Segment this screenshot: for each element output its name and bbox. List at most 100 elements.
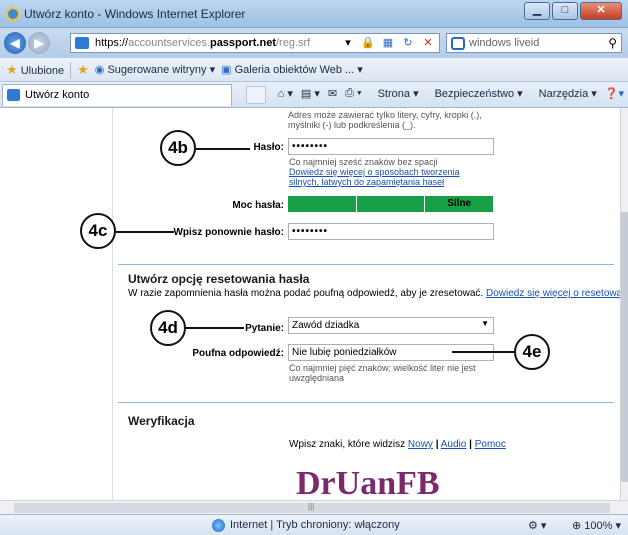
tab-bar: Utwórz konto ⌂ ▾ ▤ ▾ ✉ ⎙ ▾ Strona ▾ Bezp… (0, 82, 628, 108)
separator (70, 61, 72, 78)
help-icon[interactable]: ❓▾ (605, 87, 624, 100)
question-value: Zawód dziadka (292, 320, 360, 331)
add-favorite-icon[interactable]: ★ (77, 62, 89, 78)
favorites-label: Ulubione (20, 64, 65, 77)
callout-4e: 4e (514, 334, 550, 370)
url-prefix: https:// (95, 37, 129, 49)
password-tips-link[interactable]: Dowiedz się więcej o sposobach tworzenia… (289, 167, 489, 187)
page-content: Adres może zawierać tylko litery, cyfry,… (0, 108, 620, 500)
verify-title: Weryfikacja (128, 414, 195, 428)
retype-label: Wpisz ponownie hasło: (173, 227, 284, 238)
verify-row: Wpisz znaki, które widzisz Nowy | Audio … (289, 439, 506, 450)
password-hint: Co najmniej sześć znaków bez spacji (289, 157, 438, 167)
callout-line (186, 327, 244, 329)
callout-4d: 4d (150, 310, 186, 346)
grip-icon: ||| (308, 502, 315, 511)
reset-title: Utwórz opcję resetowania hasła (128, 272, 310, 286)
strength-segment-1 (288, 196, 357, 212)
status-bar: Internet | Tryb chroniony: włączony ⚙ ▾ … (0, 514, 628, 535)
password-input[interactable]: •••••••• (288, 138, 494, 155)
lock-icon[interactable]: 🔒 (359, 35, 377, 51)
callout-line (452, 351, 514, 353)
gallery-label: Galeria obiektów Web ... (234, 64, 355, 76)
maximize-button[interactable]: □ (552, 2, 578, 20)
reset-description: W razie zapomnienia hasła można podać po… (128, 288, 484, 299)
url-domain: passport.net (209, 37, 276, 49)
verify-text: Wpisz znaki, które widzisz (289, 439, 406, 450)
close-button[interactable]: ✕ (580, 2, 622, 20)
print-icon[interactable]: ⎙ ▾ (345, 87, 361, 100)
star-icon: ★ (6, 61, 18, 77)
bing-icon (451, 37, 465, 50)
callout-line (116, 231, 174, 233)
captcha-help-link[interactable]: Pomoc (475, 439, 506, 450)
vertical-scrollbar[interactable] (620, 108, 628, 500)
strength-segment-3: Silne (425, 196, 495, 212)
compat-icon[interactable]: ▦ (379, 35, 397, 51)
stop-icon[interactable]: ✕ (419, 35, 437, 51)
menu-tools[interactable]: Narzędzia ▾ (531, 87, 597, 100)
answer-label: Poufna odpowiedź: (192, 348, 284, 359)
captcha-text: DrUanFB (296, 465, 440, 500)
page-label: Strona (377, 88, 411, 100)
new-tab-button[interactable] (246, 86, 266, 104)
content-border (112, 108, 113, 500)
zoom-value: 100% (584, 520, 613, 532)
minimize-button[interactable]: ▁ (524, 2, 550, 20)
tools-label: Narzędzia (538, 88, 589, 100)
web-gallery[interactable]: ▣ Galeria obiektów Web ... ▾ (221, 63, 363, 76)
mail-icon[interactable]: ✉ (328, 87, 337, 100)
divider (118, 402, 614, 403)
suggested-sites[interactable]: ◉ Sugerowane witryny ▾ (95, 63, 215, 76)
globe-icon (212, 519, 225, 532)
search-text: windows liveid (469, 37, 540, 49)
dropdown-icon[interactable]: ▾ (339, 35, 357, 51)
refresh-icon[interactable]: ↻ (399, 35, 417, 51)
address-hint: Adres może zawierać tylko litery, cyfry,… (288, 110, 482, 130)
scroll-thumb[interactable] (621, 212, 628, 482)
captcha-image: DrUanFB (296, 465, 440, 500)
tab-favicon-icon (7, 89, 20, 101)
menu-page[interactable]: Strona ▾ (370, 87, 419, 100)
strength-label: Moc hasła: (232, 200, 284, 211)
answer-hint: Co najmniej pięć znaków; wielkość liter … (289, 363, 476, 383)
protected-mode-icon[interactable]: ⚙ ▾ (528, 519, 546, 532)
question-select[interactable]: Zawód dziadka ▼ (288, 317, 494, 334)
window-title: Utwórz konto - Windows Internet Explorer (24, 7, 246, 21)
strength-meter: Silne (288, 196, 495, 212)
callout-4c: 4c (80, 213, 116, 249)
address-bar: ◀ ▶ https://accountservices.passport.net… (0, 28, 628, 58)
status-text: Internet | Tryb chroniony: włączony (230, 519, 400, 531)
url-field[interactable]: https://accountservices.passport.net/reg… (70, 33, 440, 53)
back-button[interactable]: ◀ (4, 32, 26, 54)
window-titlebar: Utwórz konto - Windows Internet Explorer… (0, 0, 628, 28)
favorites-bar: ★ Ulubione ★ ◉ Sugerowane witryny ▾ ▣ Ga… (0, 58, 628, 82)
site-favicon-icon (75, 37, 89, 49)
command-bar: ⌂ ▾ ▤ ▾ ✉ ⎙ ▾ Strona ▾ Bezpieczeństwo ▾ … (270, 87, 624, 100)
url-path: /reg.srf (275, 37, 311, 49)
callout-4b: 4b (160, 130, 196, 166)
horizontal-scrollbar[interactable]: ||| (0, 500, 628, 514)
security-label: Bezpieczeństwo (434, 88, 515, 100)
search-box[interactable]: windows liveid ⚲ (446, 33, 622, 53)
menu-security[interactable]: Bezpieczeństwo ▾ (427, 87, 523, 100)
favorites-button[interactable]: ★ Ulubione (6, 62, 64, 78)
feeds-icon[interactable]: ▤ ▾ (301, 87, 320, 100)
search-icon[interactable]: ⚲ (608, 36, 617, 50)
forward-button[interactable]: ▶ (28, 32, 50, 54)
divider (118, 264, 614, 265)
suggested-label: Sugerowane witryny (107, 64, 207, 76)
captcha-new-link[interactable]: Nowy (408, 439, 433, 450)
tab-active[interactable]: Utwórz konto (2, 84, 232, 106)
captcha-audio-link[interactable]: Audio (441, 439, 467, 450)
ie-logo-icon (6, 7, 20, 21)
retype-password-input[interactable]: •••••••• (288, 223, 494, 240)
zoom-control[interactable]: ⊕ 100% ▾ (572, 519, 621, 532)
home-icon[interactable]: ⌂ ▾ (278, 87, 293, 100)
strength-segment-2 (356, 196, 426, 212)
callout-line (196, 148, 250, 150)
reset-learn-link[interactable]: Dowiedz się więcej o resetowaniu hasła (486, 288, 620, 299)
chevron-down-icon: ▼ (481, 319, 489, 328)
url-plain: accountservices. (128, 37, 210, 49)
reset-desc-row: W razie zapomnienia hasła można podać po… (128, 288, 620, 299)
